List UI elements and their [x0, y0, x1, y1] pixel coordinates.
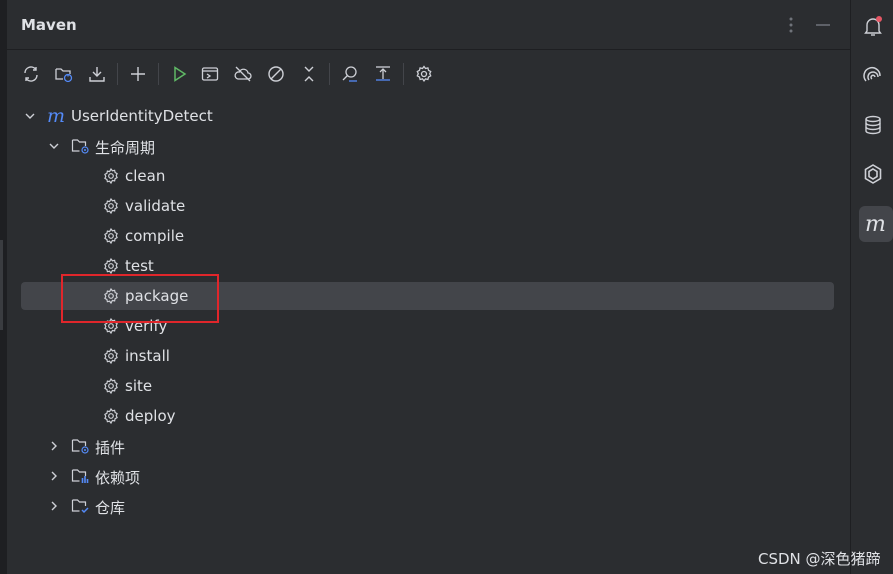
lifecycle-folder-icon — [71, 137, 91, 155]
red-annotation-box — [61, 274, 219, 323]
maven-icon: m — [47, 105, 67, 127]
toolbar-separator — [403, 63, 404, 85]
toolbar-separator — [329, 63, 330, 85]
repositories-label: 仓库 — [95, 499, 126, 517]
goal-label: validate — [125, 197, 186, 215]
goal-label: site — [125, 377, 153, 395]
right-tool-stripe: m — [850, 0, 893, 574]
gear-icon — [101, 377, 121, 395]
goal-label: deploy — [125, 407, 176, 425]
panel-header: Maven — [7, 0, 850, 50]
maven-icon[interactable]: m — [859, 206, 893, 242]
gear-icon — [101, 227, 121, 245]
folder-refresh-icon[interactable] — [51, 61, 77, 87]
goal-label: install — [125, 347, 170, 365]
plus-icon[interactable] — [125, 61, 151, 87]
dependencies-folder-icon — [71, 467, 91, 485]
tree-node-dependencies[interactable]: 依赖项 — [21, 462, 834, 490]
collapse-icon[interactable] — [296, 61, 322, 87]
goal-label: compile — [125, 227, 185, 245]
tree-node-goal[interactable]: validate — [21, 192, 834, 220]
tree-node-lifecycle[interactable]: 生命周期 — [21, 132, 834, 160]
tree-node-goal[interactable]: clean — [21, 162, 834, 190]
ai-assistant-icon[interactable] — [858, 59, 888, 89]
tree-node-goal[interactable]: deploy — [21, 402, 834, 430]
svg-text:m: m — [47, 107, 65, 125]
minimize-icon[interactable] — [812, 14, 834, 36]
skip-icon[interactable] — [263, 61, 289, 87]
chevron-right-icon[interactable] — [47, 468, 61, 484]
dependencies-label: 依赖项 — [95, 469, 141, 487]
analyze-icon[interactable] — [337, 61, 363, 87]
terminal-icon[interactable] — [197, 61, 223, 87]
maven-toolbar — [7, 51, 850, 95]
dependencies-icon[interactable] — [370, 61, 396, 87]
gear-icon — [101, 197, 121, 215]
gear-icon[interactable] — [411, 61, 437, 87]
chevron-right-icon[interactable] — [47, 498, 61, 514]
plugin-hub-icon[interactable] — [858, 159, 888, 189]
chevron-right-icon[interactable] — [47, 438, 61, 454]
repositories-folder-icon — [71, 497, 91, 515]
run-icon[interactable] — [166, 61, 192, 87]
plugins-folder-icon — [71, 437, 91, 455]
editor-edge-strip — [0, 0, 7, 574]
toolbar-separator — [117, 63, 118, 85]
svg-text:m: m — [865, 212, 886, 236]
tree-node-plugins[interactable]: 插件 — [21, 432, 834, 460]
offline-cloud-icon[interactable] — [230, 61, 256, 87]
notifications-icon[interactable] — [858, 11, 888, 41]
chevron-down-icon[interactable] — [23, 108, 37, 124]
tree-node-goal[interactable]: compile — [21, 222, 834, 250]
project-name: UserIdentityDetect — [71, 107, 213, 125]
gear-icon — [101, 347, 121, 365]
watermark: CSDN @深色猪蹄 — [758, 550, 881, 568]
goal-label: test — [125, 257, 154, 275]
tree-node-project[interactable]: m UserIdentityDetect — [21, 102, 834, 130]
toolbar-separator — [158, 63, 159, 85]
tree-node-goal[interactable]: site — [21, 372, 834, 400]
tree-node-goal[interactable]: install — [21, 342, 834, 370]
panel-title: Maven — [21, 16, 77, 34]
gear-icon — [101, 167, 121, 185]
lifecycle-label: 生命周期 — [95, 139, 156, 157]
plugins-label: 插件 — [95, 439, 126, 457]
reload-icon[interactable] — [18, 61, 44, 87]
editor-edge-marker — [0, 240, 3, 330]
goal-label: clean — [125, 167, 166, 185]
download-icon[interactable] — [84, 61, 110, 87]
gear-icon — [101, 257, 121, 275]
database-icon[interactable] — [858, 110, 888, 140]
vertical-ellipsis-icon[interactable] — [780, 14, 802, 36]
chevron-down-icon[interactable] — [47, 138, 61, 154]
tree-node-repositories[interactable]: 仓库 — [21, 492, 834, 520]
gear-icon — [101, 407, 121, 425]
